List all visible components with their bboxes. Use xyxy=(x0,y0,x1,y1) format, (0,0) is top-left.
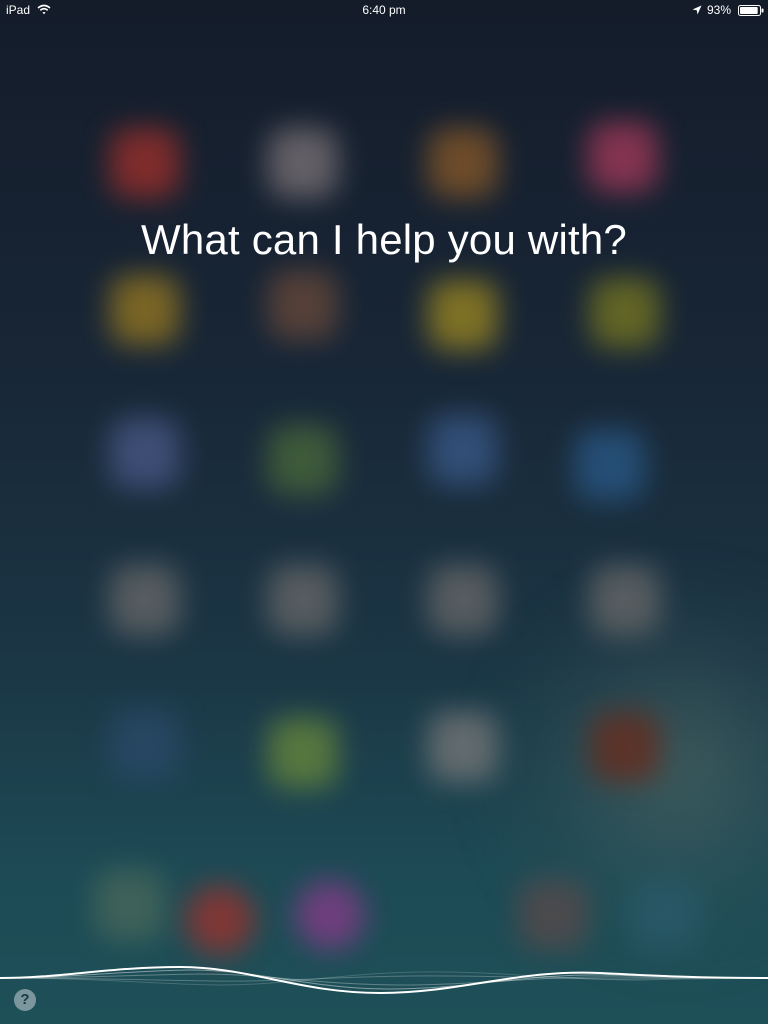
blurred-dock-icon xyxy=(630,880,700,950)
blurred-app-icon xyxy=(268,128,338,198)
blurred-app-icon xyxy=(428,280,498,350)
blurred-app-icon xyxy=(110,418,180,488)
blurred-dock-icon xyxy=(185,885,255,955)
blurred-dock-icon xyxy=(95,870,165,940)
siri-screen: iPad 6:40 pm 93% What can I help you wit… xyxy=(0,0,768,1024)
help-button[interactable]: ? xyxy=(14,989,36,1011)
location-arrow-icon xyxy=(692,5,702,15)
blurred-app-icon xyxy=(428,415,498,485)
blurred-app-icon xyxy=(110,565,180,635)
blurred-app-icon xyxy=(268,270,338,340)
battery-icon xyxy=(738,5,764,16)
blurred-app-icon xyxy=(268,565,338,635)
blurred-app-icon xyxy=(268,718,338,788)
blurred-app-icon xyxy=(588,122,658,192)
blurred-app-icon xyxy=(268,425,338,495)
blurred-app-icon xyxy=(590,565,660,635)
waveform-icon[interactable] xyxy=(0,955,768,1005)
status-bar: iPad 6:40 pm 93% xyxy=(0,0,768,20)
blurred-app-icon xyxy=(110,275,180,345)
status-time: 6:40 pm xyxy=(362,3,406,17)
blurred-dock-icon xyxy=(518,880,588,950)
blurred-dock-icon xyxy=(295,880,365,950)
blurred-app-icon xyxy=(428,565,498,635)
blurred-app-icon xyxy=(575,430,645,500)
blurred-app-icon xyxy=(590,278,660,348)
blurred-app-icon xyxy=(428,128,498,198)
blurred-app-icon xyxy=(428,712,498,782)
blurred-app-icon xyxy=(590,712,660,782)
battery-percent: 93% xyxy=(707,3,732,17)
blurred-app-icon xyxy=(110,128,180,198)
siri-prompt: What can I help you with? xyxy=(141,216,627,263)
blurred-app-icon xyxy=(110,710,180,780)
